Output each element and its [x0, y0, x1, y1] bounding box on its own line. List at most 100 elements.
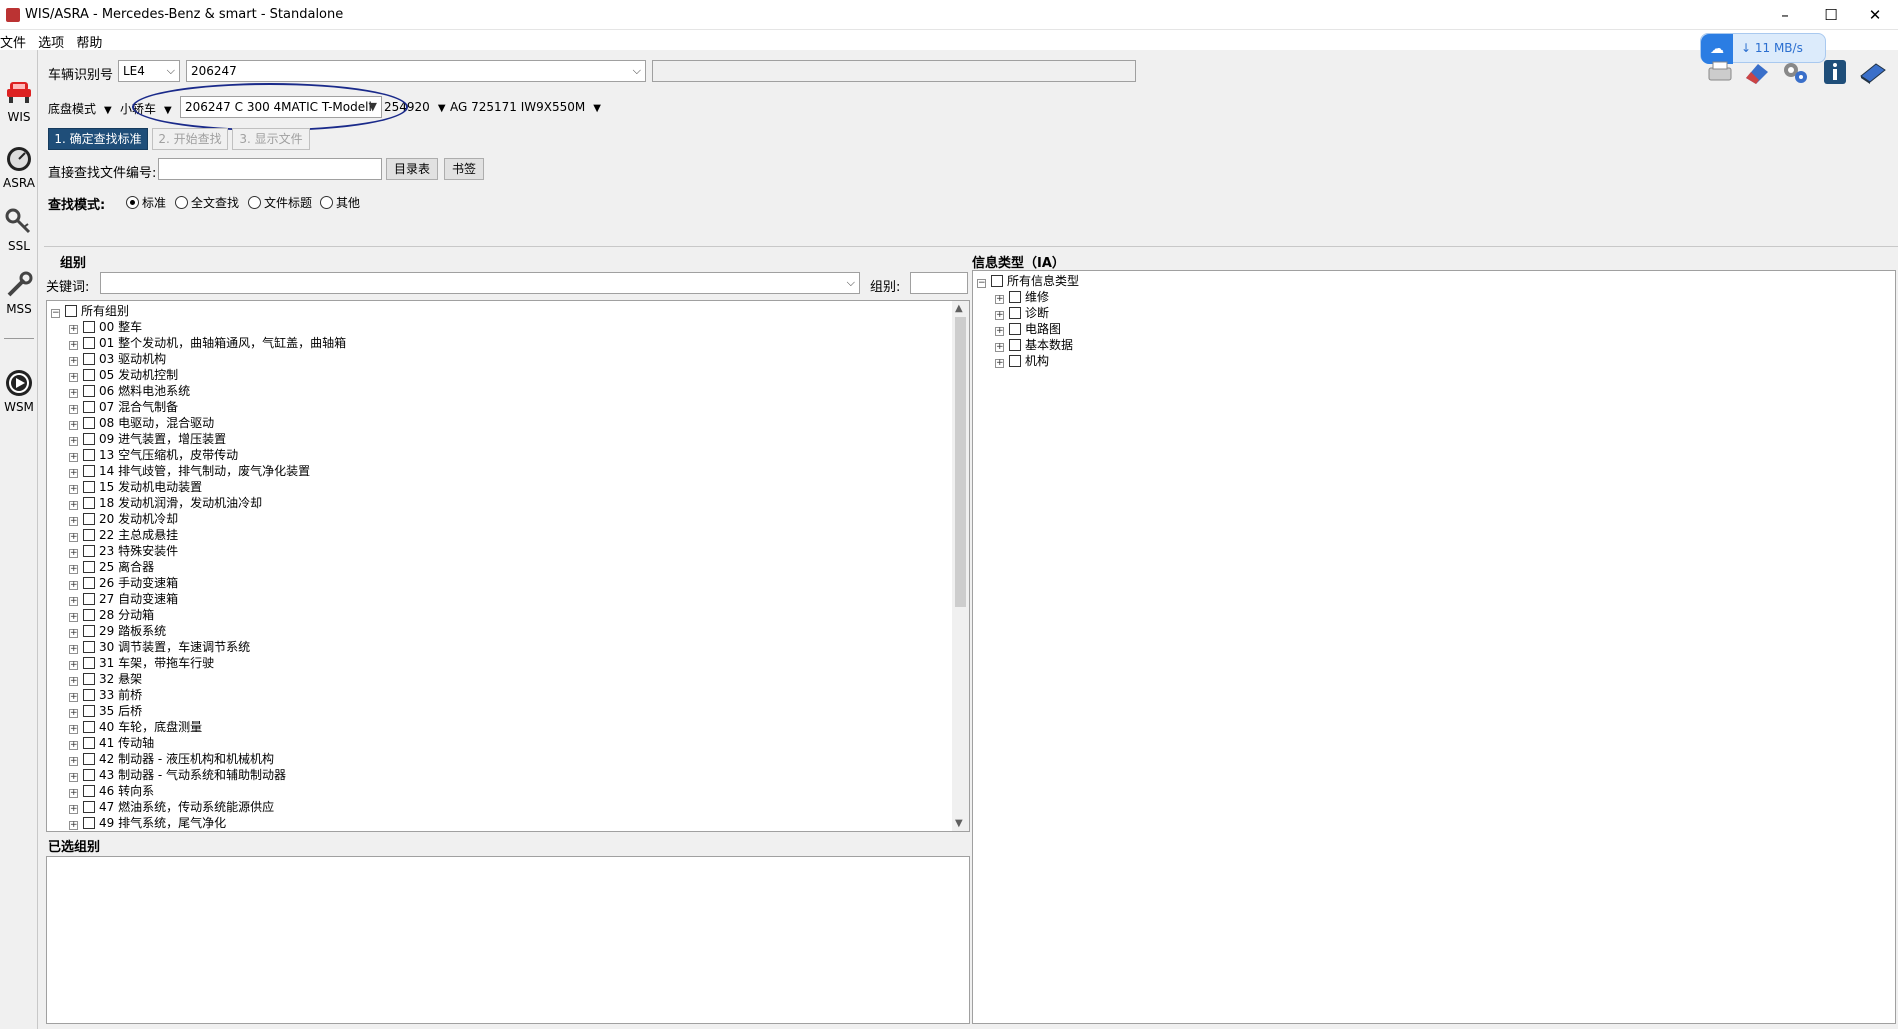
checkbox[interactable] — [83, 769, 95, 781]
expand-icon[interactable]: + — [69, 485, 78, 494]
checkbox[interactable] — [83, 721, 95, 733]
transmission-select[interactable]: AG 725171 IW9X550M ▼ — [450, 100, 601, 114]
checkbox[interactable] — [83, 577, 95, 589]
printer-icon[interactable] — [1705, 58, 1735, 86]
expand-icon[interactable]: + — [69, 405, 78, 414]
checkbox[interactable] — [83, 449, 95, 461]
tree-item-group[interactable]: +03 驱动机构 — [69, 351, 166, 367]
step2-button[interactable]: 2. 开始查找 — [152, 128, 228, 150]
vehicle-type-select[interactable]: 小轿车 ▼ — [120, 100, 172, 117]
group-number-input[interactable] — [910, 272, 968, 294]
checkbox[interactable] — [83, 737, 95, 749]
checkbox[interactable] — [83, 817, 95, 829]
expand-icon[interactable]: + — [69, 677, 78, 686]
tree-item-info-type[interactable]: + 维修 — [995, 289, 1049, 305]
checkbox[interactable] — [83, 689, 95, 701]
book-icon[interactable] — [1858, 58, 1888, 86]
step1-button[interactable]: 1. 确定查找标准 — [48, 128, 148, 150]
tree-item-group[interactable]: +47 燃油系统，传动系统能源供应 — [69, 799, 274, 815]
tree-root-groups[interactable]: − 所有组别 — [51, 303, 129, 319]
menu-help[interactable]: 帮助 — [76, 30, 104, 51]
tree-item-group[interactable]: +23 特殊安装件 — [69, 543, 178, 559]
checkbox[interactable] — [83, 801, 95, 813]
toc-button[interactable]: 目录表 — [386, 158, 438, 180]
expand-icon[interactable]: + — [69, 549, 78, 558]
sidebar-item-asra[interactable]: ASRA — [0, 144, 38, 190]
checkbox[interactable] — [83, 673, 95, 685]
expand-icon[interactable]: + — [69, 389, 78, 398]
bookmark-button[interactable]: 书签 — [444, 158, 484, 180]
expand-icon[interactable]: + — [69, 533, 78, 542]
step3-button[interactable]: 3. 显示文件 — [232, 128, 310, 150]
expand-icon[interactable]: + — [69, 661, 78, 670]
tree-item-group[interactable]: +22 主总成悬挂 — [69, 527, 178, 543]
tree-item-info-type[interactable]: + 电路图 — [995, 321, 1061, 337]
tree-item-group[interactable]: +26 手动变速箱 — [69, 575, 178, 591]
checkbox[interactable] — [1009, 355, 1021, 367]
expand-icon[interactable]: + — [69, 341, 78, 350]
tree-item-group[interactable]: +20 发动机冷却 — [69, 511, 178, 527]
expand-icon[interactable]: + — [69, 373, 78, 382]
checkbox[interactable] — [83, 481, 95, 493]
expand-icon[interactable]: + — [69, 709, 78, 718]
tree-item-group[interactable]: +01 整个发动机，曲轴箱通风，气缸盖，曲轴箱 — [69, 335, 346, 351]
vin-prefix-select[interactable]: LE4 ⌵ — [118, 60, 180, 82]
checkbox[interactable] — [1009, 339, 1021, 351]
checkbox[interactable] — [83, 625, 95, 637]
tree-item-group[interactable]: +35 后桥 — [69, 703, 142, 719]
checkbox[interactable] — [83, 545, 95, 557]
tree-item-group[interactable]: +33 前桥 — [69, 687, 142, 703]
expand-icon[interactable]: + — [995, 343, 1004, 352]
expand-icon[interactable]: + — [69, 597, 78, 606]
tree-item-group[interactable]: +28 分动箱 — [69, 607, 154, 623]
checkbox[interactable] — [83, 785, 95, 797]
checkbox[interactable] — [83, 561, 95, 573]
expand-icon[interactable]: + — [69, 773, 78, 782]
checkbox[interactable] — [83, 401, 95, 413]
checkbox[interactable] — [83, 321, 95, 333]
document-number-input[interactable] — [158, 158, 382, 180]
radio-doc-title[interactable]: 文件标题 — [248, 194, 312, 211]
info-icon[interactable] — [1820, 58, 1850, 86]
keyword-input[interactable]: ⌵ — [100, 272, 860, 294]
tree-item-info-type[interactable]: + 诊断 — [995, 305, 1049, 321]
checkbox[interactable] — [1009, 307, 1021, 319]
tree-item-group[interactable]: +43 制动器 - 气动系统和辅助制动器 — [69, 767, 286, 783]
tree-item-group[interactable]: +41 传动轴 — [69, 735, 154, 751]
sidebar-item-ssl[interactable]: SSL — [0, 207, 38, 253]
tree-item-group[interactable]: +27 自动变速箱 — [69, 591, 178, 607]
checkbox[interactable] — [83, 497, 95, 509]
settings-icon[interactable] — [1780, 58, 1810, 86]
radio-fulltext[interactable]: 全文查找 — [175, 194, 239, 211]
checkbox[interactable] — [83, 433, 95, 445]
radio-other[interactable]: 其他 — [320, 194, 360, 211]
checkbox[interactable] — [1009, 291, 1021, 303]
checkbox[interactable] — [83, 465, 95, 477]
expand-icon[interactable]: + — [69, 693, 78, 702]
tree-item-group[interactable]: +29 踏板系统 — [69, 623, 166, 639]
expand-icon[interactable]: + — [69, 613, 78, 622]
tree-item-info-type[interactable]: + 机构 — [995, 353, 1049, 369]
checkbox[interactable] — [83, 609, 95, 621]
tree-item-group[interactable]: +06 燃料电池系统 — [69, 383, 190, 399]
expand-icon[interactable]: + — [69, 821, 78, 830]
checkbox[interactable] — [83, 417, 95, 429]
tree-item-group[interactable]: +14 排气歧管，排气制动，废气净化装置 — [69, 463, 310, 479]
groups-scrollbar[interactable]: ▲ ▼ — [952, 301, 969, 831]
checkbox[interactable] — [83, 385, 95, 397]
expand-icon[interactable]: + — [995, 359, 1004, 368]
maximize-button[interactable]: ☐ — [1808, 0, 1854, 30]
tree-item-group[interactable]: +08 电驱动，混合驱动 — [69, 415, 214, 431]
vin-input[interactable]: 206247 ⌵ — [186, 60, 646, 82]
sidebar-item-wsm[interactable]: WSM — [0, 368, 38, 414]
expand-icon[interactable]: + — [69, 645, 78, 654]
checkbox[interactable] — [65, 305, 77, 317]
expand-icon[interactable]: + — [69, 421, 78, 430]
expand-icon[interactable]: + — [69, 565, 78, 574]
expand-icon[interactable]: + — [69, 437, 78, 446]
minimize-button[interactable]: – — [1762, 0, 1808, 30]
expand-icon[interactable]: + — [69, 581, 78, 590]
tree-item-group[interactable]: +46 转向系 — [69, 783, 154, 799]
tree-item-group[interactable]: +18 发动机润滑，发动机油冷却 — [69, 495, 262, 511]
tree-item-group[interactable]: +07 混合气制备 — [69, 399, 178, 415]
